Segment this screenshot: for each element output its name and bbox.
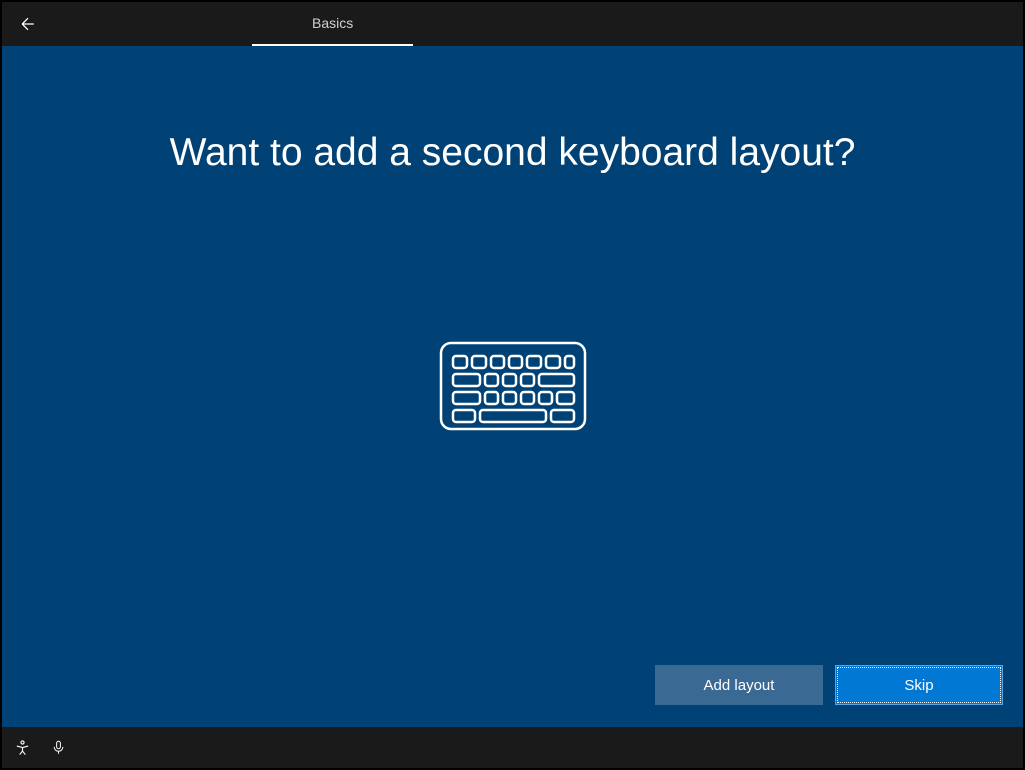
main-content: Want to add a second keyboard layout? Ad… — [2, 46, 1023, 727]
microphone-icon — [51, 739, 66, 756]
accessibility-icon — [14, 739, 31, 756]
footer-bar — [2, 727, 1023, 768]
skip-button[interactable]: Skip — [835, 665, 1003, 705]
microphone-button[interactable] — [51, 739, 66, 756]
button-row: Add layout Skip — [655, 665, 1003, 705]
accessibility-button[interactable] — [14, 739, 31, 756]
back-button[interactable] — [2, 4, 54, 44]
keyboard-icon — [438, 340, 588, 432]
tab-basics[interactable]: Basics — [252, 2, 413, 46]
add-layout-button[interactable]: Add layout — [655, 665, 823, 705]
back-arrow-icon — [18, 14, 38, 34]
header-bar: Basics — [2, 2, 1023, 46]
page-heading: Want to add a second keyboard layout? — [170, 131, 856, 175]
